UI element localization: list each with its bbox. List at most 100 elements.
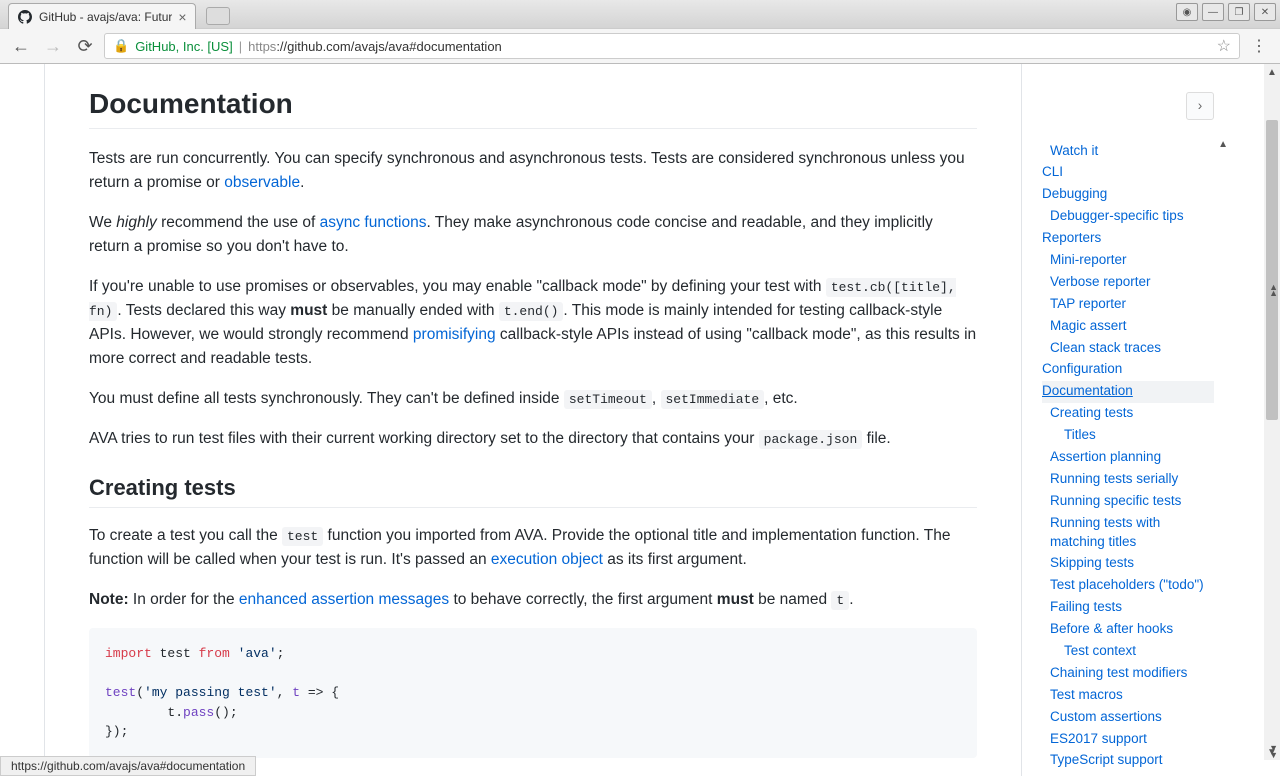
table-of-contents: › ▲ Watch itCLIDebuggingDebugger-specifi… (1022, 64, 1222, 776)
toc-scroll-up-icon[interactable]: ▲ (1218, 138, 1228, 152)
paragraph: To create a test you call the test funct… (89, 524, 977, 572)
toc-item[interactable]: Watch it (1042, 140, 1214, 162)
browser-chrome: GitHub - avajs/ava: Futur × ◉ — ❐ ✕ ← → … (0, 0, 1280, 776)
back-button[interactable]: ← (8, 33, 34, 59)
readme-content: Documentation Tests are run concurrently… (44, 64, 1022, 776)
toc-item[interactable]: Magic assert (1042, 315, 1214, 337)
toc-item[interactable]: Skipping tests (1042, 553, 1214, 575)
url-origin: GitHub, Inc. [US] (135, 39, 233, 54)
toc-item[interactable]: Creating tests (1042, 403, 1214, 425)
toc-item[interactable]: Mini-reporter (1042, 249, 1214, 271)
tab-title: GitHub - avajs/ava: Futur (39, 10, 172, 24)
toc-link[interactable]: Before & after hooks (1050, 621, 1173, 636)
link-execution-object[interactable]: execution object (491, 551, 603, 568)
user-icon[interactable]: ◉ (1176, 3, 1198, 21)
scroll-up-icon[interactable]: ▲ (1264, 64, 1280, 80)
toc-item[interactable]: Configuration (1042, 359, 1214, 381)
toc-link[interactable]: Running tests with matching titles (1050, 515, 1160, 549)
toc-link[interactable]: Test placeholders ("todo") (1050, 577, 1204, 592)
toc-link[interactable]: Documentation (1042, 383, 1133, 398)
url-input[interactable]: 🔒 GitHub, Inc. [US] | https ://github.co… (104, 33, 1240, 59)
link-observable[interactable]: observable (224, 174, 300, 191)
toc-item[interactable]: Running specific tests (1042, 490, 1214, 512)
toc-link[interactable]: TAP reporter (1050, 296, 1126, 311)
toc-link[interactable]: Debugger-specific tips (1050, 208, 1184, 223)
paragraph: Tests are run concurrently. You can spec… (89, 147, 977, 195)
toc-collapse-button[interactable]: › (1186, 92, 1214, 120)
toc-link[interactable]: Clean stack traces (1050, 340, 1161, 355)
toc-item[interactable]: Assertion planning (1042, 446, 1214, 468)
toc-link[interactable]: Reporters (1042, 230, 1101, 245)
toc-item[interactable]: Chaining test modifiers (1042, 662, 1214, 684)
toc-item[interactable]: Failing tests (1042, 597, 1214, 619)
toc-link[interactable]: Creating tests (1050, 405, 1133, 420)
toc-link[interactable]: Running tests serially (1050, 471, 1178, 486)
toc-link[interactable]: TypeScript support (1050, 752, 1163, 767)
toc-link[interactable]: Configuration (1042, 361, 1122, 376)
toc-link[interactable]: Magic assert (1050, 318, 1127, 333)
toc-item[interactable]: Test macros (1042, 684, 1214, 706)
scroll-thumb[interactable] (1266, 120, 1278, 420)
vertical-scrollbar[interactable]: ▲ ▲▲ ▼▼ ▼ (1264, 64, 1280, 760)
paragraph: We highly recommend the use of async fun… (89, 211, 977, 259)
scroll-down-icon[interactable]: ▼ (1264, 744, 1280, 760)
maximize-button[interactable]: ❐ (1228, 3, 1250, 21)
url-scheme: https (248, 39, 276, 54)
toc-link[interactable]: ES2017 support (1050, 731, 1147, 746)
address-bar: ← → ⟳ 🔒 GitHub, Inc. [US] | https ://git… (0, 28, 1280, 64)
toc-item[interactable]: TypeScript support (1042, 750, 1214, 772)
code-inline: setTimeout (564, 390, 652, 409)
toc-link[interactable]: Titles (1064, 427, 1096, 442)
toc-item[interactable]: Running tests with matching titles (1042, 512, 1214, 553)
toc-item[interactable]: Test context (1042, 640, 1214, 662)
toc-link[interactable]: Skipping tests (1050, 555, 1134, 570)
toc-item[interactable]: Debugging (1042, 184, 1214, 206)
toc-item[interactable]: Transpiling imported modules (1042, 772, 1214, 776)
url-path: ://github.com/avajs/ava#documentation (276, 39, 501, 54)
status-bar: https://github.com/avajs/ava#documentati… (0, 756, 256, 776)
toc-link[interactable]: Verbose reporter (1050, 274, 1151, 289)
toc-item[interactable]: Debugger-specific tips (1042, 206, 1214, 228)
toc-item[interactable]: Documentation (1042, 381, 1214, 403)
toc-item[interactable]: Custom assertions (1042, 706, 1214, 728)
toc-link[interactable]: Watch it (1050, 143, 1098, 158)
code-inline: t (831, 591, 849, 610)
scroll-page-up-icon[interactable]: ▲▲ (1269, 284, 1278, 297)
toc-link[interactable]: Debugging (1042, 186, 1107, 201)
toc-item[interactable]: Before & after hooks (1042, 619, 1214, 641)
new-tab-button[interactable] (206, 7, 230, 25)
toc-item[interactable]: Reporters (1042, 228, 1214, 250)
close-icon[interactable]: × (178, 9, 186, 25)
toc-link[interactable]: Test macros (1050, 687, 1123, 702)
toc-item[interactable]: Clean stack traces (1042, 337, 1214, 359)
toc-link[interactable]: Running specific tests (1050, 493, 1181, 508)
toc-link[interactable]: Custom assertions (1050, 709, 1162, 724)
reload-button[interactable]: ⟳ (72, 33, 98, 59)
browser-menu-button[interactable]: ⋮ (1246, 33, 1272, 59)
close-window-button[interactable]: ✕ (1254, 3, 1276, 21)
toc-link[interactable]: Chaining test modifiers (1050, 665, 1187, 680)
heading-creating-tests: Creating tests (89, 475, 977, 508)
minimize-button[interactable]: — (1202, 3, 1224, 21)
toc-item[interactable]: Running tests serially (1042, 468, 1214, 490)
toc-item[interactable]: Verbose reporter (1042, 271, 1214, 293)
toc-item[interactable]: Test placeholders ("todo") (1042, 575, 1214, 597)
toc-link[interactable]: Test context (1064, 643, 1136, 658)
bookmark-icon[interactable]: ☆ (1217, 36, 1231, 56)
toc-item[interactable]: TAP reporter (1042, 293, 1214, 315)
link-enhanced-assertion[interactable]: enhanced assertion messages (239, 591, 449, 608)
toc-item[interactable]: ES2017 support (1042, 728, 1214, 750)
titlebar: GitHub - avajs/ava: Futur × ◉ — ❐ ✕ (0, 0, 1280, 28)
toc-link[interactable]: Mini-reporter (1050, 252, 1127, 267)
link-async-functions[interactable]: async functions (320, 214, 427, 231)
code-inline: test (282, 527, 323, 546)
toc-link[interactable]: Failing tests (1050, 599, 1122, 614)
toc-link[interactable]: CLI (1042, 164, 1063, 179)
toc-link[interactable]: Assertion planning (1050, 449, 1161, 464)
github-icon (17, 9, 33, 25)
toc-item[interactable]: CLI (1042, 162, 1214, 184)
toc-item[interactable]: Titles (1042, 425, 1214, 447)
browser-tab[interactable]: GitHub - avajs/ava: Futur × (8, 3, 196, 29)
heading-documentation: Documentation (89, 88, 977, 129)
link-promisifying[interactable]: promisifying (413, 326, 496, 343)
